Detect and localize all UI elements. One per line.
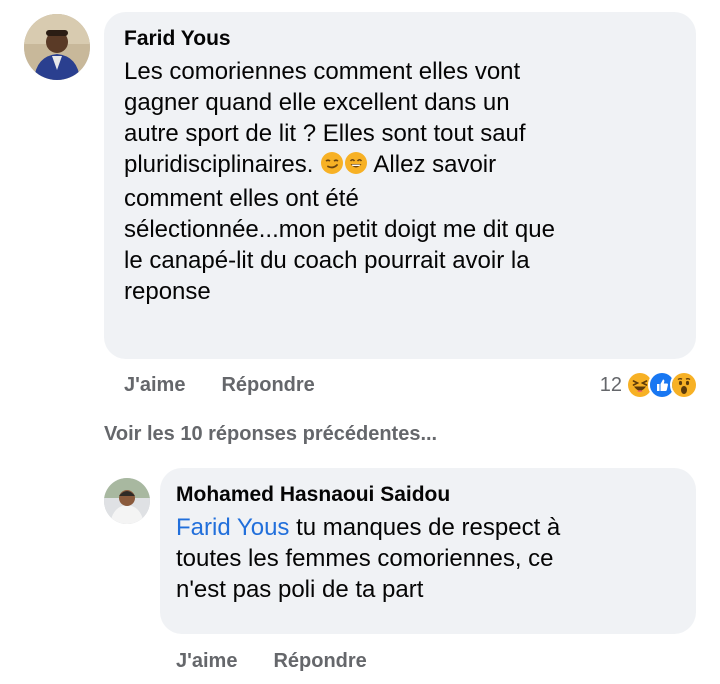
smirking-face-icon: [320, 151, 344, 183]
reply-actions: J'aime Répondre: [176, 649, 367, 673]
profile-photo: [104, 478, 150, 524]
reaction-summary[interactable]: 12: [600, 371, 698, 399]
reaction-count: 12: [599, 374, 622, 396]
avatar-farid-yous[interactable]: [24, 14, 90, 80]
reply-mention-link[interactable]: Farid Yous: [176, 514, 289, 541]
reply-author-name[interactable]: Mohamed Hasnaoui Saidou: [176, 482, 680, 508]
reply-like-button[interactable]: J'aime: [176, 649, 237, 673]
reply-bubble: Mohamed Hasnaoui Saidou Farid Yous tu ma…: [160, 468, 696, 634]
reply-text: Farid Yous tu manques de respect à toute…: [176, 512, 680, 605]
grinning-face-icon: [344, 151, 368, 183]
reaction-icons: [626, 371, 698, 399]
reply-button[interactable]: Répondre: [221, 373, 314, 397]
wow-icon: [670, 371, 698, 399]
like-button[interactable]: J'aime: [124, 373, 185, 397]
view-previous-replies-link[interactable]: Voir les 10 réponses précédentes...: [104, 422, 437, 446]
comment-text: Les comoriennes comment elles vont gagne…: [124, 56, 676, 307]
comment-actions: J'aime Répondre: [124, 373, 315, 397]
profile-photo: [24, 14, 90, 80]
avatar-mohamed-hasnaoui-saidou[interactable]: [104, 478, 150, 524]
comment-bubble: Farid Yous Les comoriennes comment elles…: [104, 12, 696, 359]
reply-reply-button[interactable]: Répondre: [273, 649, 366, 673]
comment-author-name[interactable]: Farid Yous: [124, 26, 676, 52]
